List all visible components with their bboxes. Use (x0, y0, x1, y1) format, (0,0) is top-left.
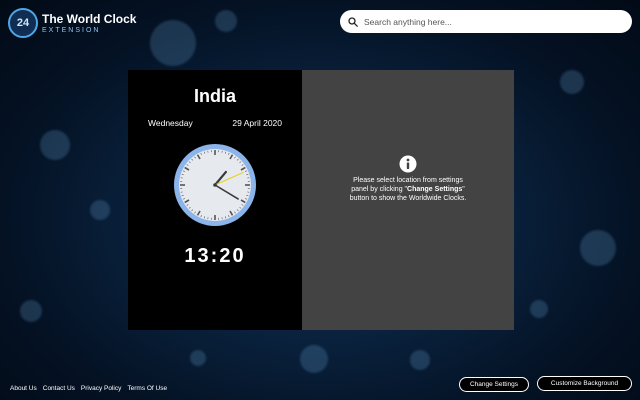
info-message: Please select location from settings pan… (349, 177, 467, 202)
clock-panel: India Wednesday 29 April 2020 13:20 (128, 70, 302, 330)
customize-background-button[interactable]: Customize Background (537, 376, 632, 391)
info-panel: Please select location from settings pan… (302, 70, 514, 330)
info-icon (399, 155, 417, 173)
logo-subtitle: EXTENSION (42, 26, 101, 34)
footer-link-terms[interactable]: Terms Of Use (127, 385, 167, 392)
date-label: 29 April 2020 (232, 118, 282, 128)
weekday-label: Wednesday (148, 118, 193, 128)
country-name: India (193, 86, 236, 106)
footer-links: About Us Contact Us Privacy Policy Terms… (10, 385, 167, 392)
search-bar[interactable] (340, 10, 632, 33)
app-logo: 24 The World Clock EXTENSION (8, 8, 136, 38)
change-settings-button[interactable]: Change Settings (459, 377, 529, 392)
footer-link-about[interactable]: About Us (10, 385, 37, 392)
search-input[interactable] (364, 16, 614, 27)
digital-time: 13:20 (184, 245, 246, 267)
info-message-emphasis: Change Settings (407, 186, 463, 193)
footer-link-privacy[interactable]: Privacy Policy (81, 385, 121, 392)
logo-title: The World Clock (42, 11, 137, 26)
globe-icon: 24 (8, 8, 38, 38)
search-icon (348, 16, 358, 27)
footer-link-contact[interactable]: Contact Us (43, 385, 75, 392)
analog-clock (174, 144, 256, 226)
